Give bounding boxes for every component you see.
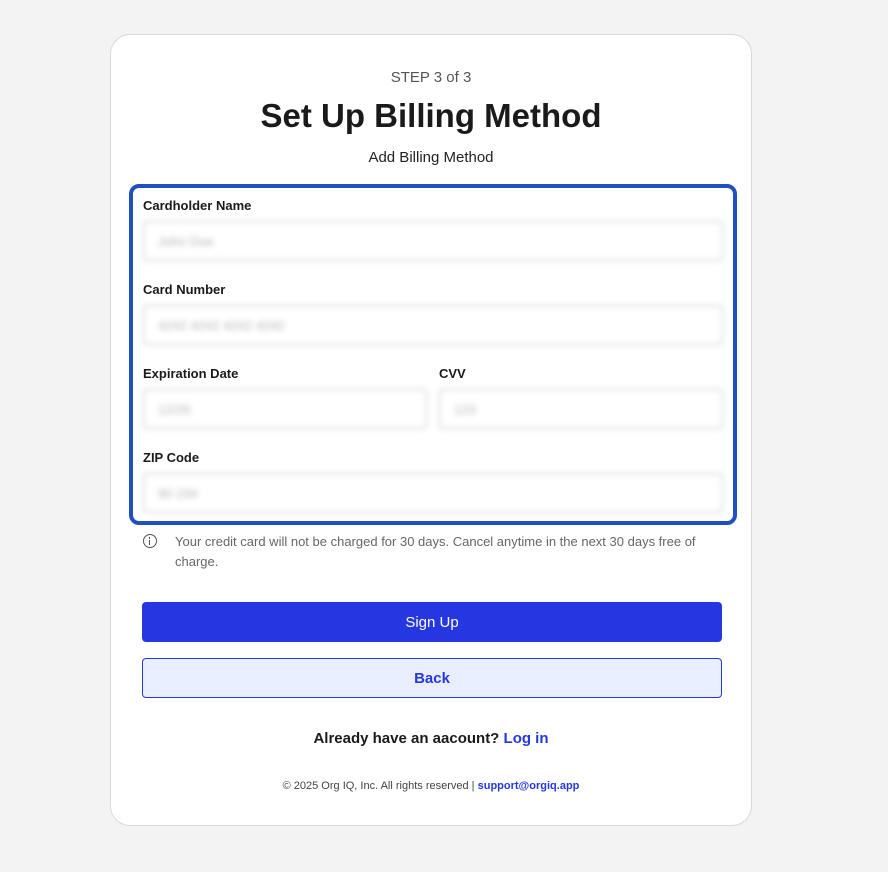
expiration-date-input[interactable] <box>143 389 427 429</box>
page-title: Set Up Billing Method <box>260 97 602 134</box>
cardholder-name-input[interactable] <box>143 221 723 261</box>
billing-card: STEP 3 of 3 Set Up Billing Method Add Bi… <box>110 34 752 826</box>
cvv-input[interactable] <box>439 389 723 429</box>
billing-notice-text: Your credit card will not be charged for… <box>175 534 696 569</box>
step-indicator: STEP 3 of 3 <box>390 69 472 86</box>
page-subtitle: Add Billing Method <box>368 149 494 166</box>
login-prompt-text: Already have an aacount? <box>313 730 500 747</box>
cvv-label: CVV <box>439 366 466 381</box>
footer: © 2025 Org IQ, Inc. All rights reserved … <box>111 780 751 792</box>
expiration-date-label: Expiration Date <box>143 366 239 381</box>
login-link[interactable]: Log in <box>504 730 549 747</box>
cardholder-name-label: Cardholder Name <box>143 198 252 213</box>
card-number-label: Card Number <box>143 282 226 297</box>
back-button[interactable]: Back <box>142 658 722 698</box>
info-icon <box>143 534 157 548</box>
billing-form: Cardholder Name Card Number Expiration D… <box>129 184 737 525</box>
card-number-input[interactable] <box>143 305 723 345</box>
zip-code-label: ZIP Code <box>143 450 200 465</box>
login-prompt: Already have an aacount? Log in <box>111 730 751 747</box>
sign-up-button[interactable]: Sign Up <box>142 602 722 642</box>
zip-code-input[interactable] <box>143 473 723 513</box>
support-email-link[interactable]: support@orgiq.app <box>478 780 580 792</box>
copyright-text: © 2025 Org IQ, Inc. All rights reserved … <box>282 780 475 792</box>
